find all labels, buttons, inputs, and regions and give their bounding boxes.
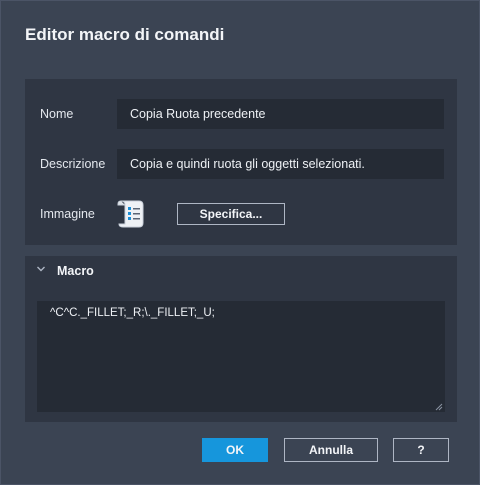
name-label: Nome (40, 107, 74, 121)
macro-section-label[interactable]: Macro (57, 264, 94, 278)
image-label: Immagine (40, 207, 95, 221)
chevron-down-icon[interactable] (36, 264, 46, 276)
command-macro-editor-dialog: Editor macro di comandi Nome Copia Ruota… (0, 0, 480, 485)
properties-panel: Nome Copia Ruota precedente Descrizione … (25, 79, 457, 245)
dialog-title: Editor macro di comandi (25, 25, 225, 44)
cancel-button[interactable]: Annulla (284, 438, 378, 462)
macro-text: ^C^C._FILLET;_R;\._FILLET;_U; (50, 307, 215, 319)
help-button[interactable]: ? (393, 438, 449, 462)
resize-grip-icon[interactable] (435, 402, 443, 411)
command-list-icon (117, 197, 149, 231)
specify-image-button[interactable]: Specifica... (177, 203, 285, 225)
description-field[interactable]: Copia e quindi ruota gli oggetti selezio… (117, 149, 444, 179)
description-label: Descrizione (40, 157, 106, 171)
name-field[interactable]: Copia Ruota precedente (117, 99, 444, 129)
macro-panel: Macro ^C^C._FILLET;_R;\._FILLET;_U; (25, 256, 457, 422)
ok-button[interactable]: OK (202, 438, 268, 462)
macro-textarea[interactable]: ^C^C._FILLET;_R;\._FILLET;_U; (37, 301, 445, 412)
